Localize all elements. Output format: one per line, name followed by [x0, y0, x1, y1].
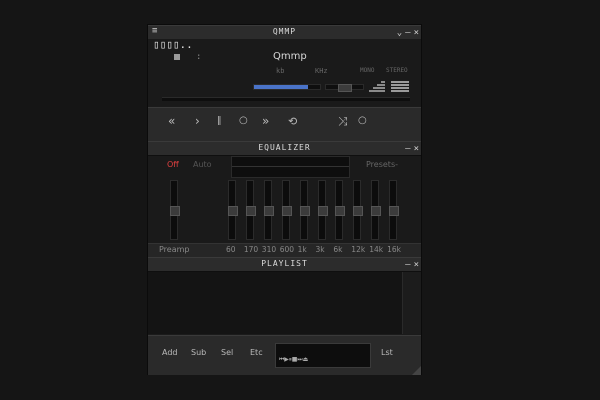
- mini-transport-controls[interactable]: ⏮ ▶ ⏸ ■ ⏭ ⏏: [279, 356, 308, 364]
- sel-button[interactable]: Sel: [221, 348, 233, 357]
- stop-button[interactable]: ○: [239, 115, 248, 126]
- eq-band-label-600: 600: [279, 245, 295, 254]
- play-button[interactable]: ›: [195, 114, 200, 128]
- time-display: ▯▯▯▯..: [153, 38, 193, 51]
- eq-band-knob-16k[interactable]: [389, 206, 400, 216]
- next-button[interactable]: »: [262, 114, 269, 128]
- track-title: Qmmp: [273, 51, 307, 62]
- preamp-knob[interactable]: [170, 206, 180, 216]
- equalizer-panel: Off Auto Presets- Preamp 60 170 310 600 1k 3k…: [148, 156, 421, 257]
- playlist-title: PLAYLIST: [261, 259, 308, 268]
- previous-button[interactable]: «: [168, 114, 175, 128]
- resize-grip[interactable]: [412, 366, 421, 375]
- volume-fill: [254, 85, 309, 89]
- eq-band-label-16k: 16k: [387, 245, 401, 254]
- volume-slider[interactable]: [253, 84, 321, 90]
- close-button[interactable]: ×: [414, 28, 419, 38]
- eq-minimize-button[interactable]: –: [405, 144, 410, 154]
- eq-labels-row: Preamp 60 170 310 600 1k 3k 6k 12k 14k 16k: [148, 243, 421, 257]
- eq-band-label-170: 170: [243, 245, 259, 254]
- time-colon: :: [196, 52, 202, 62]
- eq-band-slider-14k[interactable]: [371, 180, 382, 240]
- eq-band-label-6k: 6k: [333, 245, 343, 254]
- controls-bar: « › ‖ ○ » ⟲ ⤨ ○: [148, 107, 421, 142]
- add-button[interactable]: Add: [162, 348, 178, 357]
- pause-button[interactable]: ‖: [217, 116, 222, 126]
- mini-visualizer-right: [391, 80, 409, 92]
- minimize-button[interactable]: –: [405, 28, 410, 38]
- eq-presets-button[interactable]: Presets-: [366, 160, 398, 169]
- qmmp-window: ≡ QMMP ⌄ – × ▯▯▯▯.. : Qmmp kb KHz MONO S…: [148, 25, 421, 375]
- etc-button[interactable]: Etc: [250, 348, 263, 357]
- eq-band-slider-600[interactable]: [281, 180, 292, 240]
- eq-band-knob-310[interactable]: [263, 206, 274, 216]
- eq-band-slider-12k[interactable]: [353, 180, 364, 240]
- repeat-button[interactable]: ⟲: [288, 115, 297, 128]
- main-display: ▯▯▯▯.. : Qmmp kb KHz MONO STEREO: [148, 38, 421, 106]
- eq-curve-display: [231, 156, 350, 178]
- main-title: QMMP: [272, 27, 297, 36]
- balance-slider[interactable]: [325, 84, 364, 92]
- eq-auto-button[interactable]: Auto: [193, 160, 212, 169]
- shuffle-button[interactable]: ⤨: [338, 114, 348, 129]
- eq-band-slider-6k[interactable]: [335, 180, 346, 240]
- eject-button[interactable]: ○: [358, 115, 367, 126]
- playlist-toolbar: Add Sub Sel Etc ⏮ ▶ ⏸ ■ ⏭ ⏏ Lst: [148, 335, 421, 375]
- seek-bar[interactable]: [162, 97, 410, 101]
- playlist-titlebar[interactable]: PLAYLIST – ×: [148, 257, 421, 272]
- mono-label: MONO: [360, 67, 375, 74]
- mini-display: ⏮ ▶ ⏸ ■ ⏭ ⏏: [275, 343, 371, 368]
- sub-button[interactable]: Sub: [191, 348, 206, 357]
- pl-minimize-button[interactable]: –: [405, 260, 410, 270]
- eq-band-knob-14k[interactable]: [371, 206, 382, 216]
- balance-knob[interactable]: [338, 84, 352, 92]
- playlist-scrollbar[interactable]: [402, 272, 421, 334]
- eq-band-label-60: 60: [226, 245, 236, 254]
- equalizer-title: EQUALIZER: [258, 143, 311, 152]
- mini-visualizer-left: [369, 80, 385, 92]
- stop-status-icon: [174, 54, 180, 60]
- eq-band-label-1k: 1k: [297, 245, 307, 254]
- preamp-label: Preamp: [159, 245, 190, 254]
- eq-close-button[interactable]: ×: [414, 144, 419, 154]
- eq-band-label-3k: 3k: [315, 245, 325, 254]
- eq-band-knob-3k[interactable]: [317, 206, 328, 216]
- preamp-slider[interactable]: [170, 180, 180, 240]
- kbps-label: kb: [276, 67, 285, 75]
- eq-off-button[interactable]: Off: [167, 160, 179, 169]
- eq-band-label-14k: 14k: [369, 245, 384, 254]
- eq-band-knob-60[interactable]: [228, 206, 238, 216]
- eq-band-slider-310[interactable]: [263, 180, 274, 240]
- equalizer-titlebar[interactable]: EQUALIZER – ×: [148, 141, 421, 156]
- khz-label: KHz: [315, 67, 328, 75]
- eq-band-label-12k: 12k: [351, 245, 366, 254]
- pl-close-button[interactable]: ×: [414, 260, 419, 270]
- eq-band-slider-170[interactable]: [245, 180, 256, 240]
- stereo-label: STEREO: [386, 67, 408, 74]
- eq-band-slider-1k[interactable]: [299, 180, 310, 240]
- eq-band-slider-3k[interactable]: [317, 180, 328, 240]
- playlist-area[interactable]: [148, 272, 421, 334]
- eq-band-slider-60[interactable]: [228, 180, 238, 240]
- eq-band-knob-600[interactable]: [281, 206, 292, 216]
- eq-band-slider-16k[interactable]: [389, 180, 400, 240]
- eq-band-label-310: 310: [261, 245, 277, 254]
- lst-button[interactable]: Lst: [381, 348, 393, 357]
- shade-button[interactable]: ⌄: [397, 28, 402, 38]
- eq-band-knob-170[interactable]: [245, 206, 256, 216]
- eq-band-knob-6k[interactable]: [335, 206, 346, 216]
- eq-band-knob-1k[interactable]: [299, 206, 310, 216]
- eq-band-knob-12k[interactable]: [353, 206, 364, 216]
